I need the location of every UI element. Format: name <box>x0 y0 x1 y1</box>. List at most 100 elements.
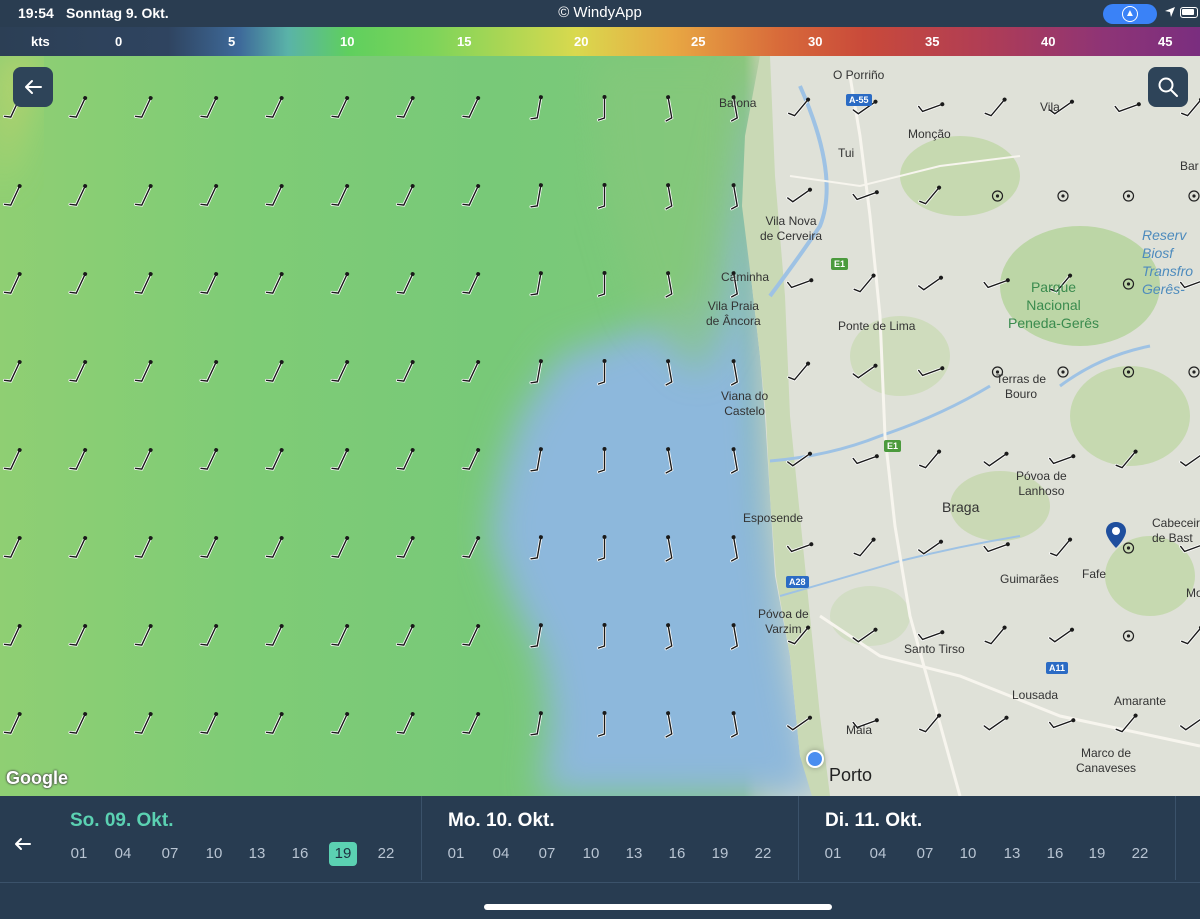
place-label: Vila Nova de Cerveira <box>760 214 823 243</box>
legend-tick: 45 <box>1158 34 1173 49</box>
day-title[interactable]: Di. 11. Okt. <box>825 810 922 832</box>
hour-slot[interactable]: 07 <box>533 842 561 866</box>
hour-slot[interactable]: 19 <box>1083 842 1111 866</box>
hour-slot[interactable]: 13 <box>998 842 1026 866</box>
wind-barb <box>1180 625 1200 646</box>
wind-barb <box>597 271 607 298</box>
wind-barb <box>1048 627 1075 644</box>
wind-barb <box>786 542 814 554</box>
current-position-marker[interactable] <box>806 750 824 768</box>
wind-barb <box>395 360 415 383</box>
hour-list: 01 04 07 10 13 16 19 22 <box>448 842 778 866</box>
road-shield: E1 <box>884 440 902 452</box>
wind-barb <box>664 95 674 123</box>
wind-barb <box>395 712 415 735</box>
wind-barb <box>982 278 1010 290</box>
wind-barb <box>730 359 739 387</box>
wind-barb <box>68 96 88 119</box>
hour-slot[interactable]: 01 <box>65 842 93 866</box>
wind-barb <box>330 360 350 383</box>
home-indicator[interactable] <box>484 904 832 910</box>
hour-slot[interactable]: 07 <box>911 842 939 866</box>
wind-barb <box>330 624 350 647</box>
day-title[interactable]: Mo. 10. Okt. <box>448 810 555 832</box>
wind-speed-legend: kts 0 5 10 15 20 25 30 35 40 45 <box>0 27 1200 56</box>
location-arrow-icon <box>1165 7 1175 17</box>
wind-barb <box>1179 716 1200 732</box>
wind-barb <box>851 627 878 644</box>
place-label: Viana do Castelo <box>721 389 769 418</box>
wind-barb <box>983 97 1007 118</box>
hour-slot[interactable]: 19 <box>706 842 734 866</box>
wind-barb <box>2 360 22 383</box>
hour-slot[interactable]: 16 <box>286 842 314 866</box>
wind-barb <box>917 275 944 292</box>
wind-barb <box>1179 452 1200 468</box>
day-divider <box>421 796 422 880</box>
road-shield: E1 <box>831 258 849 270</box>
place-label: Porto <box>829 765 873 785</box>
wind-barb <box>918 449 942 470</box>
wind-barb <box>982 715 1009 732</box>
place-label: Amarante <box>1114 694 1167 708</box>
hour-slot[interactable]: 04 <box>487 842 515 866</box>
wind-barb <box>1057 190 1069 202</box>
hour-slot[interactable]: 07 <box>156 842 184 866</box>
wind-barb <box>991 190 1004 202</box>
timeline-back-button[interactable] <box>12 834 34 856</box>
wind-barb <box>199 360 219 383</box>
back-button[interactable] <box>13 67 53 107</box>
wind-barb <box>68 272 88 295</box>
wind-barb <box>2 448 22 471</box>
hour-slot[interactable]: 10 <box>954 842 982 866</box>
wind-barb <box>1114 713 1138 734</box>
wind-barb <box>597 711 607 738</box>
wind-barb <box>330 536 350 559</box>
hour-slot[interactable]: 04 <box>864 842 892 866</box>
wind-barb <box>461 448 481 471</box>
hour-slot[interactable]: 04 <box>109 842 137 866</box>
hour-slot-selected[interactable]: 19 <box>329 842 357 866</box>
wind-barb <box>852 537 876 558</box>
battery-icon <box>1180 7 1198 18</box>
hour-slot[interactable]: 22 <box>749 842 777 866</box>
place-label: Caminha <box>721 270 770 284</box>
hour-slot[interactable]: 22 <box>372 842 400 866</box>
hour-slot[interactable]: 13 <box>243 842 271 866</box>
hour-slot[interactable]: 10 <box>200 842 228 866</box>
road-shield: A-55 <box>846 94 872 106</box>
navigation-indicator[interactable]: ▲ <box>1103 4 1157 24</box>
wind-barb <box>787 361 811 382</box>
wind-barb <box>664 183 674 211</box>
hour-slot[interactable]: 01 <box>819 842 847 866</box>
day-divider <box>1175 796 1176 880</box>
wind-barb <box>68 184 88 207</box>
hour-slot[interactable]: 22 <box>1126 842 1154 866</box>
location-pin-icon[interactable] <box>1106 522 1126 548</box>
legend-tick: 25 <box>691 34 706 49</box>
place-label: Ponte de Lima <box>838 319 916 333</box>
wind-barb <box>529 271 543 297</box>
wind-barb <box>461 272 481 295</box>
wind-barb <box>199 448 219 471</box>
place-label: Monção <box>908 127 951 141</box>
hour-slot[interactable]: 10 <box>577 842 605 866</box>
hour-slot[interactable]: 16 <box>1041 842 1069 866</box>
wind-barb <box>664 535 674 563</box>
place-label: Baiona <box>719 96 757 110</box>
hour-slot[interactable]: 16 <box>663 842 691 866</box>
road-shield: A28 <box>786 576 809 588</box>
wind-barb <box>330 712 350 735</box>
wind-barb <box>264 272 284 295</box>
wind-barb <box>597 359 607 386</box>
hour-slot[interactable]: 13 <box>620 842 648 866</box>
wind-barb <box>1114 449 1138 470</box>
search-button[interactable] <box>1148 67 1188 107</box>
wind-map[interactable]: A-55 E1 E1 A28 A11 O Porriño Baiona Vila… <box>0 56 1200 796</box>
place-label: Tui <box>838 146 855 160</box>
wind-barb <box>1188 190 1200 202</box>
day-title[interactable]: So. 09. Okt. <box>70 810 173 832</box>
hour-slot[interactable]: 01 <box>442 842 470 866</box>
wind-barb <box>1048 718 1076 730</box>
wind-barb <box>133 184 153 207</box>
